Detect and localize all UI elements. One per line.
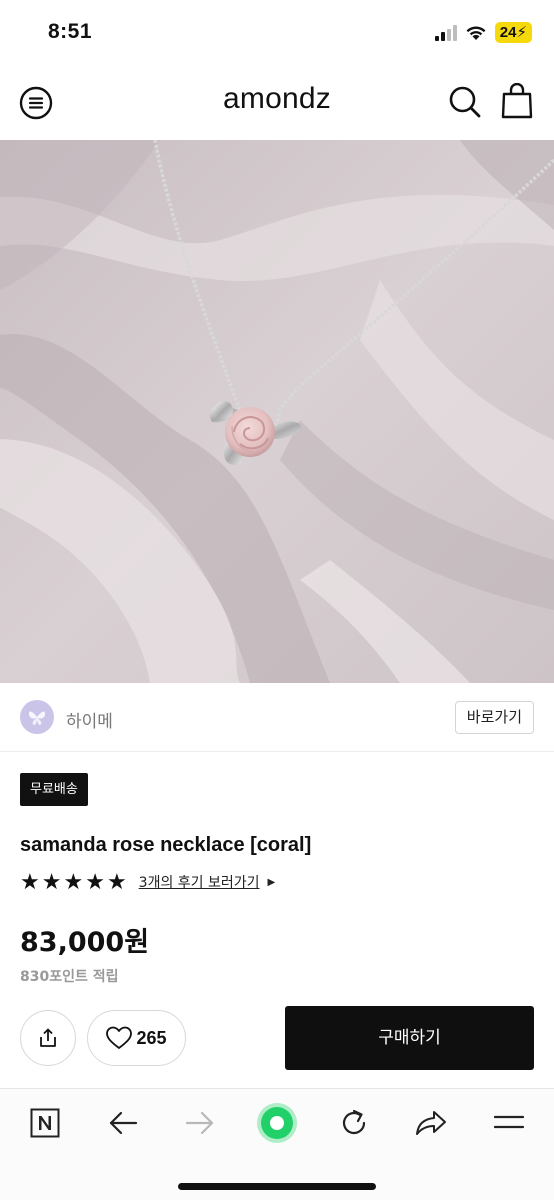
home-indicator[interactable]: [178, 1183, 376, 1190]
status-time: 8:51: [48, 20, 93, 43]
like-count: 265: [136, 1027, 167, 1048]
heart-icon: [106, 1026, 133, 1049]
search-icon: [449, 86, 481, 118]
seller-avatar[interactable]: [20, 700, 54, 734]
browser-toolbar: [0, 1088, 554, 1200]
forward-arrow-icon: [185, 1111, 214, 1135]
share-button[interactable]: [20, 1010, 76, 1066]
seller-name[interactable]: 하이메: [66, 707, 113, 732]
browser-menu-button[interactable]: [487, 1103, 531, 1143]
wifi-icon: [466, 25, 486, 40]
naver-home-button[interactable]: [23, 1103, 67, 1143]
share-arrow-icon: [416, 1111, 446, 1135]
status-bar: 8:51 24⚡: [0, 0, 554, 66]
back-arrow-icon: [109, 1111, 138, 1135]
shopping-bag-icon: [501, 82, 533, 119]
reload-icon: [342, 1109, 366, 1135]
green-circle-icon: [257, 1103, 297, 1143]
star-icon: ★: [63, 869, 84, 894]
goto-store-button[interactable]: 바로가기: [454, 701, 534, 734]
share-page-button[interactable]: [409, 1103, 453, 1143]
product-title: samanda rose necklace [coral]: [20, 834, 312, 856]
like-button[interactable]: 265: [87, 1010, 186, 1066]
star-icon: ★: [85, 869, 105, 894]
forward-button[interactable]: [178, 1103, 222, 1143]
shopping-bag-button[interactable]: [500, 82, 534, 119]
star-icon: ★: [106, 869, 127, 894]
product-image[interactable]: [0, 140, 554, 683]
battery-charging-icon: 24⚡: [494, 22, 532, 43]
green-dot-button[interactable]: [255, 1103, 299, 1143]
battery-level: 24: [499, 24, 517, 41]
search-button[interactable]: [448, 85, 482, 119]
product-price: 83,000원: [20, 927, 150, 958]
caret-right-icon: ▶: [267, 876, 276, 888]
charging-bolt: ⚡: [516, 24, 527, 41]
cellular-signal-icon: [434, 24, 457, 41]
necklace-photo: [0, 140, 554, 683]
rating-stars: ★ ★ ★ ★ ★: [20, 871, 127, 893]
star-icon: ★: [41, 869, 62, 894]
free-shipping-badge: 무료배송: [20, 773, 88, 806]
status-icons: 24⚡: [434, 22, 532, 43]
review-link[interactable]: 3개의 후기 보러가기: [139, 872, 260, 892]
seller-row: 하이메 바로가기: [0, 684, 554, 752]
back-button[interactable]: [101, 1103, 145, 1143]
rating-row: ★ ★ ★ ★ ★ 3개의 후기 보러가기 ▶: [20, 870, 275, 894]
menu-lines-icon: [494, 1115, 524, 1129]
reward-points: 830포인트 적립: [20, 969, 119, 985]
star-icon: ★: [20, 869, 40, 894]
naver-n-icon: [30, 1108, 60, 1138]
butterfly-icon: [28, 711, 46, 725]
share-icon: [40, 1028, 56, 1047]
reload-button[interactable]: [332, 1103, 376, 1143]
app-header: amondz: [0, 66, 554, 140]
buy-button[interactable]: 구매하기: [285, 1006, 534, 1070]
